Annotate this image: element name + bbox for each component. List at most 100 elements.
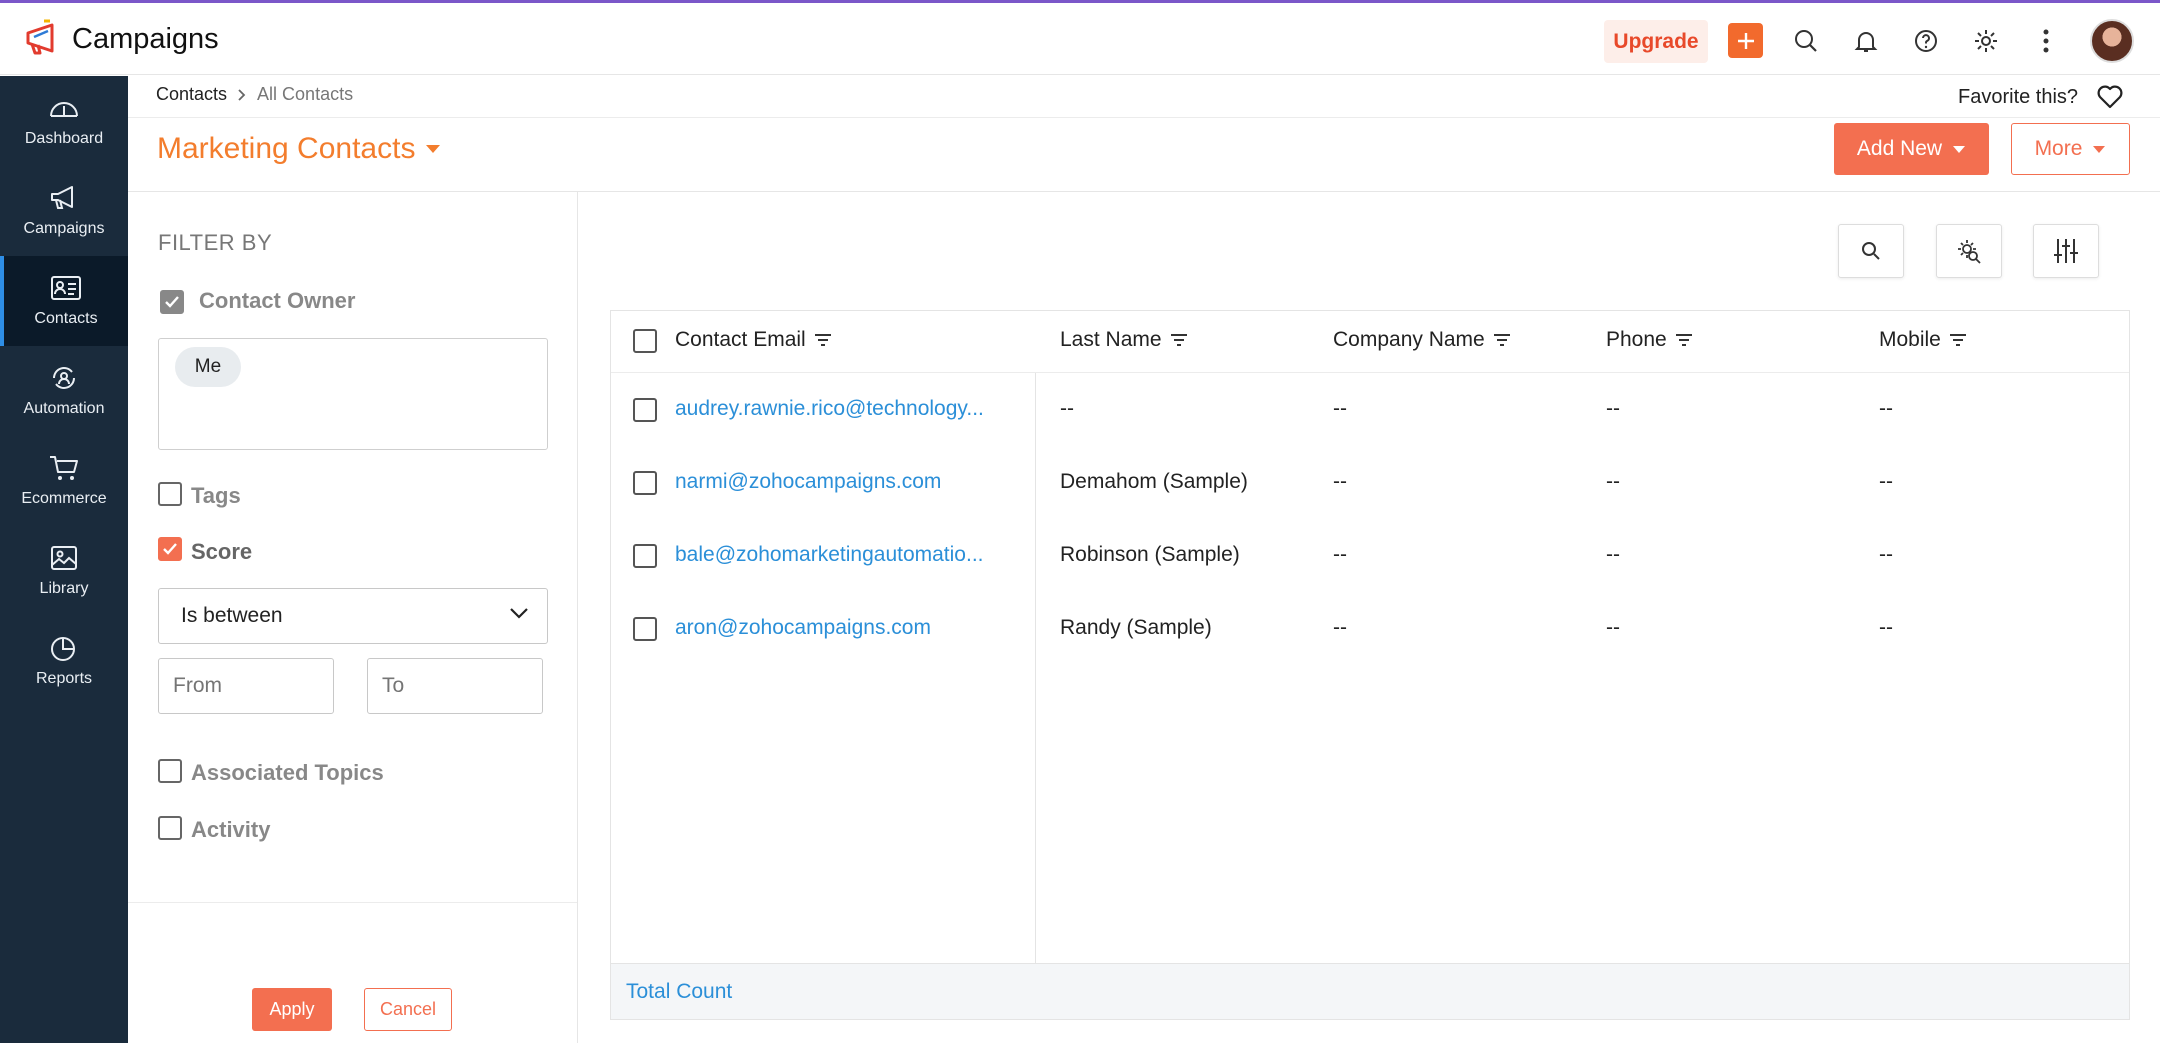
- apply-button[interactable]: Apply: [252, 988, 332, 1031]
- cell-phone: --: [1606, 397, 1620, 420]
- cancel-button[interactable]: Cancel: [364, 988, 452, 1031]
- chevron-down-icon: [510, 608, 528, 619]
- column-label: Phone: [1606, 328, 1667, 351]
- sidebar-item-reports[interactable]: Reports: [0, 616, 128, 706]
- breadcrumb-parent[interactable]: Contacts: [156, 84, 227, 105]
- table-row[interactable]: audrey.rawnie.rico@technology... -- -- -…: [611, 373, 2129, 446]
- sidebar-item-campaigns[interactable]: Campaigns: [0, 166, 128, 256]
- owner-select-box[interactable]: Me: [158, 338, 548, 450]
- score-from-input[interactable]: [158, 658, 334, 714]
- favorite-label: Favorite this?: [1958, 85, 2079, 108]
- score-label: Score: [191, 539, 253, 564]
- row-checkbox[interactable]: [633, 398, 657, 422]
- dashboard-gauge-icon: [50, 102, 78, 117]
- more-label: More: [2034, 137, 2083, 160]
- pie-chart-icon: [51, 637, 75, 661]
- contact-email-link[interactable]: audrey.rawnie.rico@technology...: [675, 397, 984, 421]
- segment-search-button[interactable]: [1936, 224, 2002, 278]
- score-to-input[interactable]: [367, 658, 543, 714]
- table-footer: Total Count: [611, 963, 2129, 1019]
- sidebar: Dashboard Campaigns Contacts Automation …: [0, 76, 128, 1043]
- filter-sort-icon[interactable]: [1170, 333, 1188, 347]
- sidebar-item-library[interactable]: Library: [0, 526, 128, 616]
- tags-checkbox[interactable]: [158, 482, 182, 506]
- sidebar-item-ecommerce[interactable]: Ecommerce: [0, 436, 128, 526]
- filter-sort-icon[interactable]: [1949, 333, 1967, 347]
- sidebar-item-contacts[interactable]: Contacts: [0, 256, 128, 346]
- list-selector[interactable]: Marketing Contacts: [157, 132, 441, 166]
- row-checkbox[interactable]: [633, 544, 657, 568]
- chevron-right-icon: [238, 88, 246, 101]
- activity-label: Activity: [191, 817, 271, 842]
- more-button[interactable]: More: [2011, 123, 2130, 175]
- contacts-table: Contact Email Last Name Company Name Pho…: [610, 310, 2130, 1020]
- filter-sort-icon[interactable]: [1675, 333, 1693, 347]
- cell-company: --: [1333, 397, 1347, 420]
- cell-phone: --: [1606, 616, 1620, 639]
- sliders-icon: [2054, 239, 2078, 263]
- sidebar-item-label: Library: [39, 580, 89, 597]
- help-icon[interactable]: [1910, 25, 1942, 57]
- sidebar-item-label: Dashboard: [24, 130, 104, 147]
- column-label: Mobile: [1879, 328, 1941, 351]
- cell-last-name: Robinson (Sample): [1060, 543, 1240, 566]
- filter-sort-icon[interactable]: [814, 333, 832, 347]
- associated-topics-checkbox[interactable]: [158, 759, 182, 783]
- cell-phone: --: [1606, 470, 1620, 493]
- sidebar-item-automation[interactable]: Automation: [0, 346, 128, 436]
- column-header-last-name[interactable]: Last Name: [1060, 328, 1188, 352]
- table-row[interactable]: bale@zohomarketingautomatio... Robinson …: [611, 519, 2129, 592]
- plus-icon[interactable]: [1728, 23, 1763, 58]
- table-row[interactable]: aron@zohocampaigns.com Randy (Sample) --…: [611, 592, 2129, 665]
- column-settings-button[interactable]: [2033, 224, 2099, 278]
- user-avatar[interactable]: [2090, 19, 2134, 63]
- automation-icon: [53, 367, 75, 389]
- row-checkbox[interactable]: [633, 617, 657, 641]
- sidebar-item-label: Automation: [23, 400, 105, 417]
- bell-icon[interactable]: [1850, 25, 1882, 57]
- sidebar-item-label: Contacts: [34, 310, 98, 327]
- app-title: Campaigns: [72, 23, 219, 55]
- sidebar-item-dashboard[interactable]: Dashboard: [0, 76, 128, 166]
- cell-phone: --: [1606, 543, 1620, 566]
- contact-email-link[interactable]: narmi@zohocampaigns.com: [675, 470, 941, 494]
- contact-email-link[interactable]: aron@zohocampaigns.com: [675, 616, 931, 640]
- gear-icon[interactable]: [1970, 25, 2002, 57]
- contact-owner-checkbox[interactable]: [160, 290, 184, 314]
- more-vertical-icon[interactable]: [2030, 25, 2062, 57]
- associated-topics-label: Associated Topics: [191, 760, 384, 785]
- column-header-mobile[interactable]: Mobile: [1879, 328, 1967, 352]
- campaigns-logo-icon[interactable]: [22, 19, 62, 59]
- select-all-checkbox[interactable]: [633, 329, 657, 353]
- caret-down-icon: [2093, 145, 2106, 153]
- score-operator-select[interactable]: Is between: [158, 588, 548, 644]
- filter-sort-icon[interactable]: [1493, 333, 1511, 347]
- column-header-company[interactable]: Company Name: [1333, 328, 1511, 352]
- filter-panel: FILTER BY Contact Owner Me Tags Score Is…: [128, 192, 578, 1043]
- breadcrumb: Contacts All Contacts: [156, 84, 353, 105]
- row-checkbox[interactable]: [633, 471, 657, 495]
- heart-icon[interactable]: [2096, 84, 2124, 110]
- column-header-email[interactable]: Contact Email: [675, 328, 832, 352]
- search-icon[interactable]: [1790, 25, 1822, 57]
- table-header: Contact Email Last Name Company Name Pho…: [611, 311, 2129, 373]
- activity-checkbox[interactable]: [158, 816, 182, 840]
- column-header-phone[interactable]: Phone: [1606, 328, 1693, 352]
- search-icon: [1862, 242, 1880, 260]
- sidebar-item-label: Reports: [35, 670, 93, 687]
- table-row[interactable]: narmi@zohocampaigns.com Demahom (Sample)…: [611, 446, 2129, 519]
- caret-down-icon: [1953, 145, 1966, 153]
- total-count-link[interactable]: Total Count: [626, 980, 732, 1004]
- contact-email-link[interactable]: bale@zohomarketingautomatio...: [675, 543, 984, 567]
- contact-owner-label: Contact Owner: [199, 288, 356, 313]
- breadcrumb-current: All Contacts: [257, 84, 354, 104]
- column-label: Company Name: [1333, 328, 1485, 351]
- cell-company: --: [1333, 470, 1347, 493]
- favorite-toggle[interactable]: Favorite this?: [1958, 84, 2124, 110]
- table-search-button[interactable]: [1838, 224, 1904, 278]
- score-checkbox[interactable]: [158, 537, 182, 561]
- upgrade-button[interactable]: Upgrade: [1604, 20, 1708, 63]
- add-new-button[interactable]: Add New: [1834, 123, 1989, 175]
- owner-chip[interactable]: Me: [175, 347, 241, 387]
- filter-heading: FILTER BY: [158, 230, 273, 255]
